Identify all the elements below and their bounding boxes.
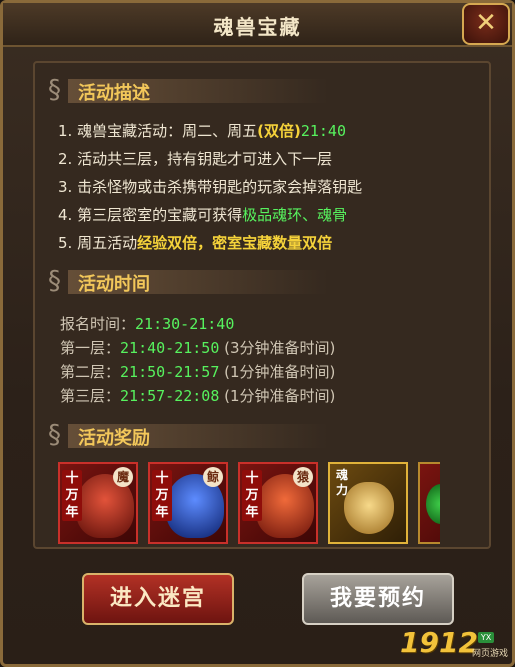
desc-line-4: 4. 第三层密室的宝藏可获得极品魂环、魂骨 [58,204,347,225]
section-label: 活动时间 [78,274,150,295]
section-header-reward: § 活动奖励 [48,420,448,450]
schedule-label: 第二层： [60,363,121,381]
schedule-floor-1: 第一层：21:40-21:50 (3分钟准备时间) [60,337,335,358]
logo-subtitle: 网页游戏 [472,649,509,659]
line-number: 5. [58,234,73,252]
highlight-exp: 经验双倍 [137,234,198,252]
section-header-time: § 活动时间 [48,266,448,296]
title-bar: 魂兽宝藏 [3,3,512,47]
reward-item-whale[interactable]: 十万年 鲸 [148,462,228,544]
desc-line-2: 2. 活动共三层，持有钥匙才可进入下一层 [58,148,332,169]
schedule-note: (1分钟准备时间) [224,387,336,405]
schedule-note: (1分钟准备时间) [224,363,336,381]
section-label: 活动描述 [78,83,150,104]
schedule-time: 21:40-21:50 [120,339,220,357]
line-number: 1. [58,122,73,140]
section-header-description: § 活动描述 [48,75,448,105]
close-button[interactable]: ✕ [462,3,510,45]
schedule-floor-2: 第二层：21:50-21:57 (1分钟准备时间) [60,361,335,382]
window-title: 魂兽宝藏 [213,15,302,39]
green-orb-icon [426,484,440,524]
logo-number: 1912 [400,626,478,659]
reward-item-soul-power[interactable]: 魂力 [328,462,408,544]
line-comma: ， [197,234,213,252]
reward-item-demon[interactable]: 十万年 魔 [58,462,138,544]
event-time: 21:40 [300,122,346,140]
line-text: 魂兽宝藏活动：周二、周五 [77,122,258,140]
line-text: 周五活动 [77,234,138,252]
logo-badge: YX [478,632,494,643]
reward-strip: 十万年 魔 十万年 鲸 十万年 猿 魂力 [58,462,440,544]
reward-tag: 魂力 [335,468,348,497]
site-logo: 1912 YX 网页游戏 [400,626,510,662]
reward-badge: 魔 [113,467,133,487]
line-number: 3. [58,178,73,196]
desc-line-3: 3. 击杀怪物或击杀携带钥匙的玩家会掉落钥匙 [58,176,362,197]
schedule-time: 21:50-21:57 [120,363,220,381]
reward-item-partial[interactable] [418,462,440,544]
section-label: 活动奖励 [78,428,150,449]
reward-badge: 猿 [293,467,313,487]
schedule-note: (3分钟准备时间) [224,339,336,357]
reward-tag: 十万年 [62,470,82,521]
reserve-button[interactable]: 我要预约 [302,573,454,625]
highlight-treasure: 密室宝藏数量双倍 [212,234,333,252]
schedule-label: 第三层： [60,387,121,405]
desc-line-1: 1. 魂兽宝藏活动：周二、周五(双倍)21:40 [58,120,346,141]
schedule-label: 第一层： [60,339,121,357]
schedule-time: 21:30-21:40 [135,315,235,333]
desc-line-5: 5. 周五活动经验双倍，密室宝藏数量双倍 [58,232,332,253]
reward-item-ape[interactable]: 十万年 猿 [238,462,318,544]
schedule-signup: 报名时间：21:30-21:40 [60,313,234,334]
paren-close: ) [293,122,301,140]
paren-open: ( [257,122,264,140]
schedule-floor-3: 第三层：21:57-22:08 (1分钟准备时间) [60,385,335,406]
highlight-double: 双倍 [263,122,294,140]
line-number: 2. [58,150,73,168]
line-text: 第三层密室的宝藏可获得 [77,206,243,224]
schedule-label: 报名时间： [60,315,136,333]
reward-badge: 鲸 [203,467,223,487]
line-text: 活动共三层，持有钥匙才可进入下一层 [77,150,333,168]
close-icon: ✕ [475,8,497,38]
enter-maze-button[interactable]: 进入迷宫 [82,573,234,625]
highlight-reward: 极品魂环、魂骨 [242,206,348,224]
reward-tag: 十万年 [242,470,262,521]
schedule-time: 21:57-22:08 [120,387,220,405]
line-text: 击杀怪物或击杀携带钥匙的玩家会掉落钥匙 [77,178,363,196]
line-number: 4. [58,206,73,224]
reward-tag: 十万年 [152,470,172,521]
